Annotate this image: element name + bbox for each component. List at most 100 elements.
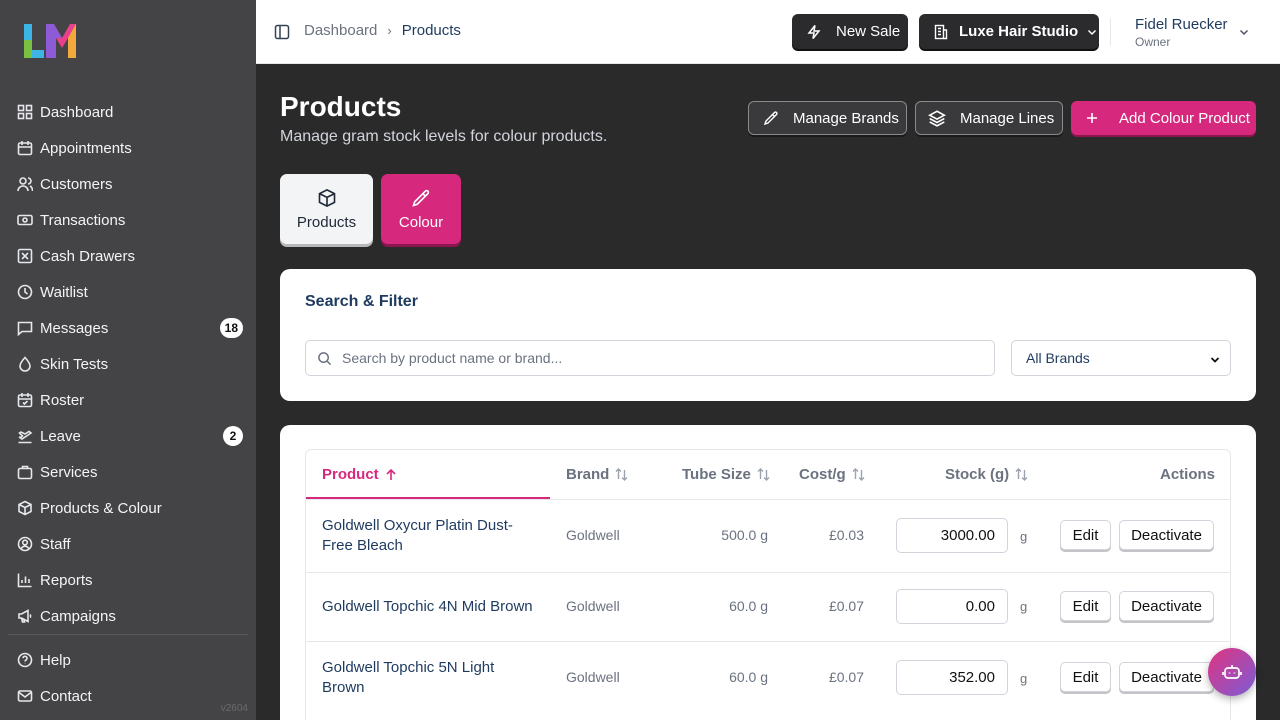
column-header-label: Cost/g [799, 466, 846, 483]
product-brand: Goldwell [566, 669, 620, 685]
sidebar-item-cash-drawers[interactable]: Cash Drawers [0, 238, 256, 274]
breadcrumb-dashboard[interactable]: Dashboard [304, 22, 377, 39]
sidebar-item-leave[interactable]: Leave 2 [0, 418, 256, 454]
cost-per-gram: £0.07 [828, 669, 864, 685]
sidebar-item-label: Dashboard [40, 103, 114, 121]
sidebar-item-label: Campaigns [40, 607, 116, 625]
sidebar-item-campaigns[interactable]: Campaigns [0, 598, 256, 634]
header-divider [1110, 18, 1111, 46]
megaphone-icon [16, 607, 34, 625]
pipette-icon [763, 111, 778, 126]
messages-count-badge: 18 [219, 318, 243, 338]
cost-per-gram: £0.07 [828, 598, 864, 614]
sidebar-item-label: Customers [40, 175, 113, 193]
sidebar-item-products-colour[interactable]: Products & Colour [0, 490, 256, 526]
manage-brands-button[interactable]: Manage Brands [748, 101, 907, 135]
sidebar-item-label: Help [40, 651, 71, 669]
tab-products-label: Products [296, 213, 357, 231]
add-colour-product-button[interactable]: Add Colour Product [1071, 101, 1256, 135]
column-header-tube-size[interactable]: Tube Size [682, 450, 771, 499]
new-sale-button[interactable]: New Sale [792, 14, 908, 49]
sort-ascending-icon [386, 468, 396, 480]
top-header: Dashboard › Products New Sale Luxe Hair … [256, 0, 1280, 64]
breadcrumb-products: Products [401, 22, 461, 39]
breadcrumb: Dashboard › Products [304, 22, 461, 39]
sidebar-item-waitlist[interactable]: Waitlist [0, 274, 256, 310]
sidebar-item-services[interactable]: Services [0, 454, 256, 490]
sidebar-item-appointments[interactable]: Appointments [0, 130, 256, 166]
manage-brands-label: Manage Brands [793, 109, 899, 127]
edit-button[interactable]: Edit [1060, 591, 1111, 621]
sidebar-item-transactions[interactable]: Transactions [0, 202, 256, 238]
search-filter-card: Search & Filter All Brands [280, 269, 1256, 401]
page-title: Products [280, 91, 402, 122]
building-icon [934, 24, 948, 39]
tab-colour[interactable]: Colour [381, 174, 461, 244]
stock-input[interactable]: 352.00 [896, 660, 1008, 695]
tube-size: 60.0 g [729, 669, 768, 685]
manage-lines-button[interactable]: Manage Lines [915, 101, 1063, 135]
search-input[interactable] [342, 341, 982, 375]
manage-lines-label: Manage Lines [960, 109, 1055, 127]
sidebar-item-roster[interactable]: Roster [0, 382, 256, 418]
edit-button[interactable]: Edit [1060, 520, 1111, 550]
deactivate-button[interactable]: Deactivate [1119, 662, 1214, 692]
tab-products[interactable]: Products [280, 174, 373, 244]
chevron-down-icon [1210, 357, 1220, 363]
sidebar-item-dashboard[interactable]: Dashboard [0, 94, 256, 130]
sort-icon [615, 468, 628, 481]
table-row: Goldwell Topchic 4N Mid Brown Goldwell 6… [306, 572, 1230, 641]
chart-icon [16, 571, 34, 589]
add-colour-product-label: Add Colour Product [1119, 109, 1250, 127]
search-box [305, 340, 995, 376]
sidebar-item-messages[interactable]: Messages 18 [0, 310, 256, 346]
column-header-brand[interactable]: Brand [566, 450, 629, 499]
edit-button[interactable]: Edit [1060, 662, 1111, 692]
product-name[interactable]: Goldwell Topchic 4N Mid Brown [322, 597, 562, 617]
sidebar-item-help[interactable]: Help [0, 642, 256, 678]
deactivate-button[interactable]: Deactivate [1119, 591, 1214, 621]
box-icon [318, 188, 335, 207]
lm-logo-icon[interactable] [22, 22, 76, 58]
sort-icon [1015, 468, 1028, 481]
sidebar-item-skin-tests[interactable]: Skin Tests [0, 346, 256, 382]
studio-label: Luxe Hair Studio [959, 23, 1079, 40]
sidebar-bottom-nav: Help Contact [0, 642, 256, 714]
stock-input[interactable]: 3000.00 [896, 518, 1008, 553]
box-icon [16, 499, 34, 517]
stock-input[interactable]: 0.00 [896, 589, 1008, 624]
calendar-check-icon [16, 391, 34, 409]
column-header-label: Product [322, 466, 379, 483]
deactivate-button[interactable]: Deactivate [1119, 520, 1214, 550]
brand-select-value: All Brands [1026, 350, 1090, 366]
tab-colour-label: Colour [398, 213, 444, 231]
product-name[interactable]: Goldwell Oxycur Platin Dust-Free Bleach [322, 516, 532, 556]
sidebar-item-label: Services [40, 463, 98, 481]
tube-size: 60.0 g [729, 598, 768, 614]
sidebar-item-customers[interactable]: Customers [0, 166, 256, 202]
column-header-product[interactable]: Product [322, 450, 398, 499]
user-name[interactable]: Fidel Ruecker [1135, 16, 1228, 33]
sidebar-item-label: Roster [40, 391, 85, 409]
sidebar-item-label: Waitlist [40, 283, 88, 301]
breadcrumb-chevron-icon: › [387, 23, 392, 38]
sidebar-toggle-icon[interactable] [274, 24, 290, 40]
products-table-card: Product Brand Tube Size Cost/g Stock (g)… [280, 425, 1256, 720]
sidebar-item-contact[interactable]: Contact [0, 678, 256, 714]
sidebar-item-label: Skin Tests [40, 355, 109, 373]
user-menu-chevron-icon[interactable] [1238, 26, 1250, 38]
sidebar-item-staff[interactable]: Staff [0, 526, 256, 562]
assistant-button[interactable] [1208, 648, 1256, 696]
sidebar-item-label: Cash Drawers [40, 247, 136, 265]
sidebar-item-label: Staff [40, 535, 71, 553]
chevron-down-icon [1088, 29, 1097, 35]
product-name[interactable]: Goldwell Topchic 5N Light Brown [322, 658, 532, 698]
brand-select[interactable]: All Brands [1011, 340, 1231, 376]
plus-icon [1087, 113, 1097, 123]
column-header-stock[interactable]: Stock (g) [945, 450, 1029, 499]
sidebar-item-reports[interactable]: Reports [0, 562, 256, 598]
grid-icon [16, 103, 34, 121]
plane-icon [16, 427, 34, 445]
column-header-cost[interactable]: Cost/g [799, 450, 866, 499]
studio-switcher[interactable]: Luxe Hair Studio [919, 14, 1099, 49]
